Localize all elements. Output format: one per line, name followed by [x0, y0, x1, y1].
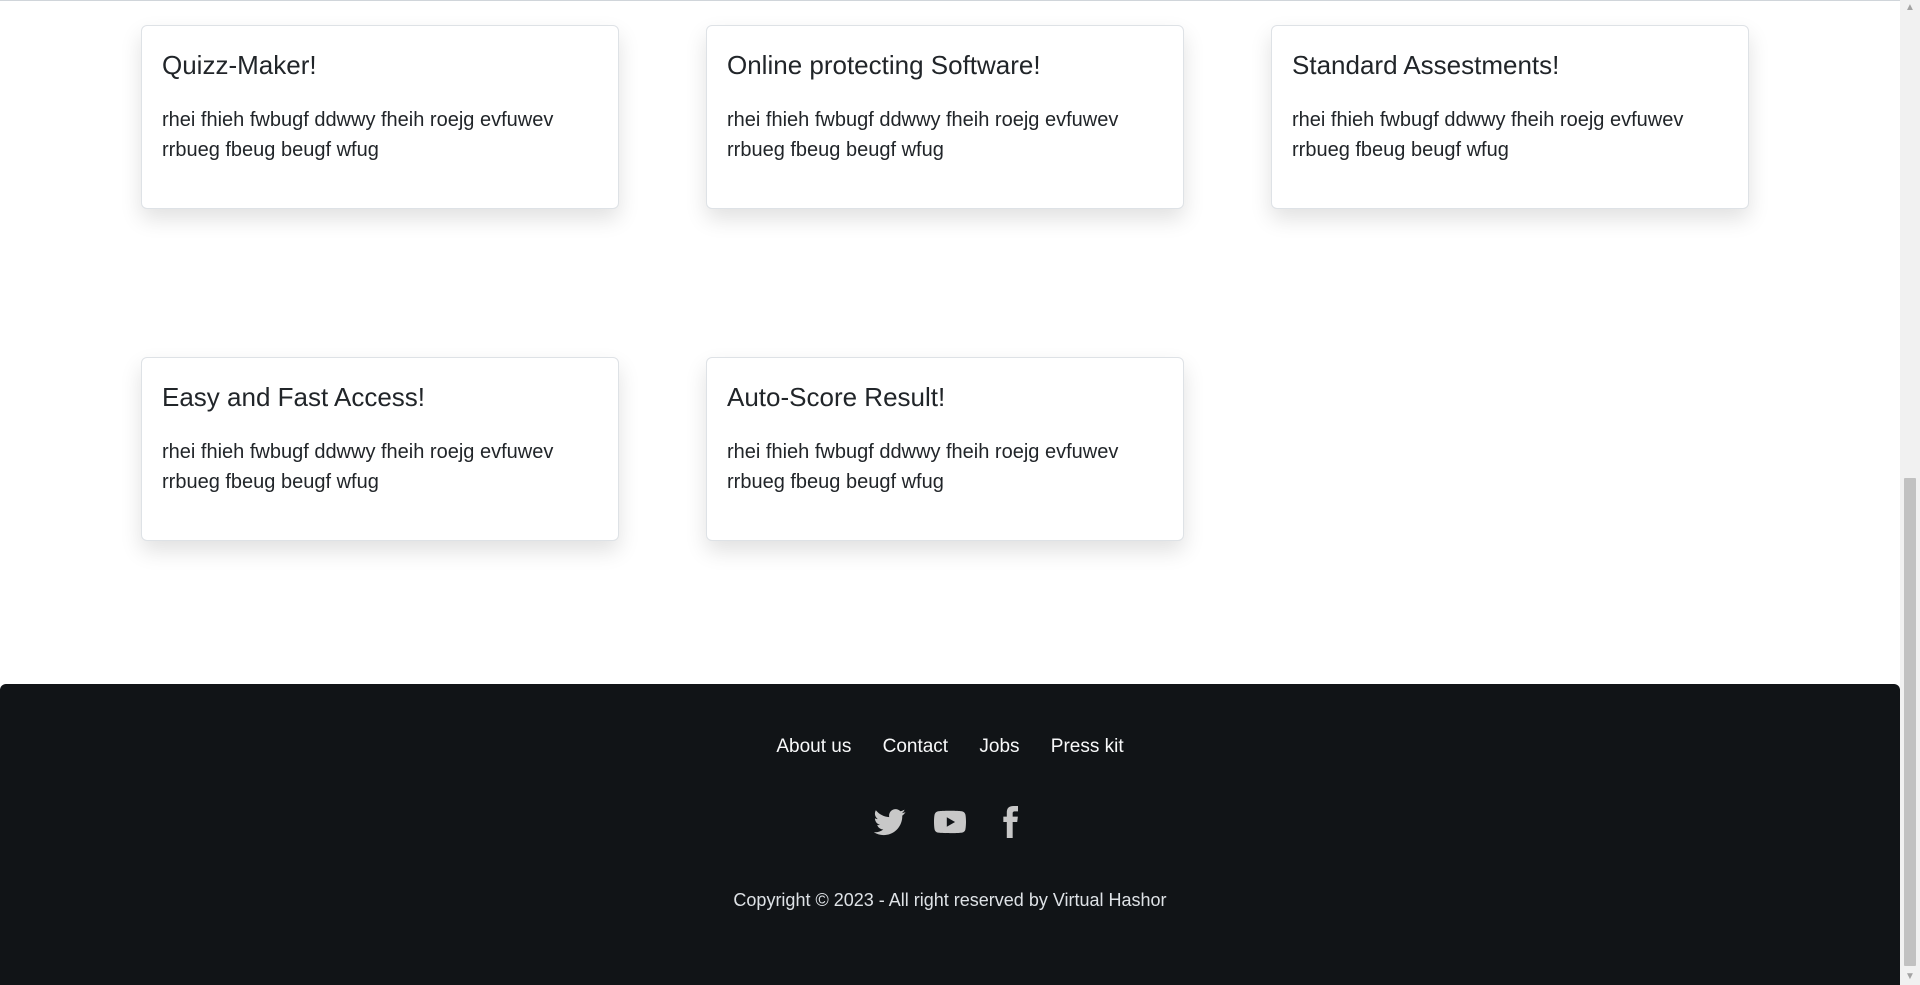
- scrollbar-thumb[interactable]: [1904, 478, 1916, 966]
- feature-card: Auto-Score Result! rhei fhieh fwbugf ddw…: [706, 357, 1184, 541]
- scroll-up-arrow-icon[interactable]: ▲: [1900, 0, 1920, 16]
- card-text: rhei fhieh fwbugf ddwwy fheih roejg evfu…: [727, 441, 1119, 493]
- twitter-icon[interactable]: [874, 806, 906, 838]
- card-text: rhei fhieh fwbugf ddwwy fheih roejg evfu…: [1292, 109, 1684, 161]
- facebook-icon[interactable]: [994, 806, 1026, 838]
- feature-card: Quizz-Maker! rhei fhieh fwbugf ddwwy fhe…: [141, 25, 619, 209]
- site-footer: About us Contact Jobs Press kit Copyrigh…: [0, 684, 1900, 985]
- footer-link-jobs[interactable]: Jobs: [979, 736, 1019, 757]
- card-text: rhei fhieh fwbugf ddwwy fheih roejg evfu…: [162, 441, 554, 493]
- top-divider: [0, 0, 1900, 1]
- feature-card: Easy and Fast Access! rhei fhieh fwbugf …: [141, 357, 619, 541]
- card-title: Standard Assestments!: [1292, 50, 1560, 80]
- page-content: Quizz-Maker! rhei fhieh fwbugf ddwwy fhe…: [0, 0, 1900, 985]
- browser-viewport: Quizz-Maker! rhei fhieh fwbugf ddwwy fhe…: [0, 0, 1920, 985]
- social-links: [0, 806, 1900, 838]
- youtube-icon[interactable]: [934, 806, 966, 838]
- card-title: Online protecting Software!: [727, 50, 1041, 80]
- footer-link-contact[interactable]: Contact: [883, 736, 948, 757]
- feature-card: Online protecting Software! rhei fhieh f…: [706, 25, 1184, 209]
- scroll-down-arrow-icon[interactable]: ▼: [1900, 969, 1920, 985]
- footer-link-about-us[interactable]: About us: [776, 736, 851, 757]
- card-text: rhei fhieh fwbugf ddwwy fheih roejg evfu…: [162, 109, 554, 161]
- footer-nav: About us Contact Jobs Press kit: [0, 736, 1900, 758]
- feature-card: Standard Assestments! rhei fhieh fwbugf …: [1271, 25, 1749, 209]
- card-text: rhei fhieh fwbugf ddwwy fheih roejg evfu…: [727, 109, 1119, 161]
- card-title: Easy and Fast Access!: [162, 382, 426, 412]
- vertical-scrollbar[interactable]: ▲ ▼: [1900, 0, 1920, 985]
- card-title: Auto-Score Result!: [727, 382, 946, 412]
- copyright-text: Copyright © 2023 - All right reserved by…: [733, 890, 1167, 910]
- card-title: Quizz-Maker!: [162, 50, 317, 80]
- footer-link-press-kit[interactable]: Press kit: [1051, 736, 1124, 757]
